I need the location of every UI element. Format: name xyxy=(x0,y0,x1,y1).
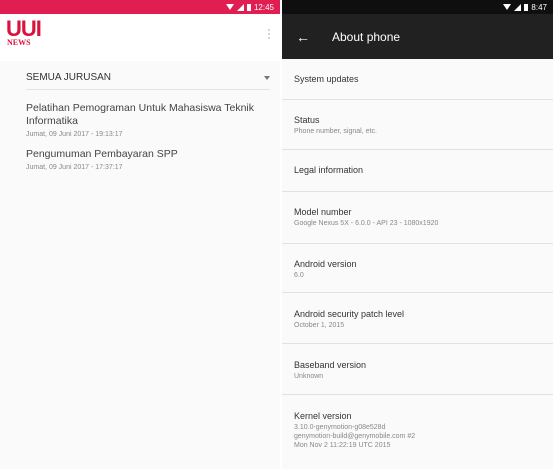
settings-item-kernel-version[interactable]: Kernel version 3.10.0-genymotion-g08e528… xyxy=(282,395,553,455)
settings-item-subtitle: Google Nexus 5X - 6.0.0 - API 23 - 1080x… xyxy=(294,220,439,227)
about-phone-screen: 8:47 ← About phone System updates Status… xyxy=(282,0,553,469)
signal-icon xyxy=(236,3,244,11)
settings-item-title: Status xyxy=(294,115,320,125)
settings-item-subtitle: Phone number, signal, etc. xyxy=(294,128,377,135)
app-bar: UUI NEWS xyxy=(0,14,280,61)
status-time: 8:47 xyxy=(531,2,547,12)
settings-item-security-patch-level[interactable]: Android security patch level October 1, … xyxy=(282,293,553,344)
department-filter-dropdown[interactable]: SEMUA JURUSAN xyxy=(26,67,270,90)
arrow-back-icon[interactable]: ← xyxy=(296,30,310,44)
settings-item-status[interactable]: Status Phone number, signal, etc. xyxy=(282,100,553,150)
settings-item-title: Legal information xyxy=(294,165,364,175)
settings-item-subtitle: 3.10.0-genymotion-g08e528d genymotion-bu… xyxy=(294,423,541,450)
status-time: 12:45 xyxy=(253,2,274,12)
status-bar: 12:45 xyxy=(0,0,280,14)
news-title: Pengumuman Pembayaran SPP xyxy=(26,148,178,160)
dropdown-arrow-icon xyxy=(264,76,270,80)
settings-item-model-number[interactable]: Model number Google Nexus 5X - 6.0.0 - A… xyxy=(282,192,553,244)
settings-item-android-version[interactable]: Android version 6.0 xyxy=(282,244,553,293)
settings-item-title: Android security patch level xyxy=(294,309,405,319)
settings-item-title: Baseband version xyxy=(294,360,367,370)
settings-item-baseband-version[interactable]: Baseband version Unknown xyxy=(282,344,553,395)
kernel-build-line: 3.10.0-genymotion-g08e528d xyxy=(294,424,386,431)
settings-item-title: Kernel version xyxy=(294,411,352,421)
page-title: About phone xyxy=(332,29,401,44)
overflow-menu-icon[interactable] xyxy=(267,27,271,41)
news-item[interactable]: Pengumuman Pembayaran SPP Jumat, 09 Juni… xyxy=(26,138,270,171)
settings-item-subtitle: 6.0 xyxy=(294,272,304,279)
settings-item-title: System updates xyxy=(294,74,359,84)
news-item[interactable]: Pelatihan Pemograman Untuk Mahasiswa Tek… xyxy=(26,90,270,138)
settings-item-title: Android version xyxy=(294,259,357,269)
wifi-icon xyxy=(503,4,512,10)
settings-item-title: Model number xyxy=(294,207,352,217)
signal-icon xyxy=(514,3,522,11)
kernel-build-date: Mon Nov 2 11:22:19 UTC 2015 xyxy=(294,442,391,449)
settings-list: System updates Status Phone number, sign… xyxy=(282,59,553,455)
news-title: Pelatihan Pemograman Untuk Mahasiswa Tek… xyxy=(26,102,255,127)
dropdown-selected-value: SEMUA JURUSAN xyxy=(26,72,112,83)
settings-item-legal-information[interactable]: Legal information xyxy=(282,150,553,192)
kernel-build-host: genymotion-build@genymobile.com #2 xyxy=(294,433,416,440)
wifi-icon xyxy=(225,4,234,10)
news-date: Jumat, 09 Juni 2017 - 19:13:17 xyxy=(26,131,123,138)
uui-news-screen: 12:45 UUI NEWS SEMUA JURUSAN Pelatihan P… xyxy=(0,0,280,469)
logo-text: UUI xyxy=(6,16,42,41)
news-date: Jumat, 09 Juni 2017 - 17:37:17 xyxy=(26,164,123,171)
battery-icon xyxy=(524,3,529,11)
settings-item-subtitle: October 1, 2015 xyxy=(294,322,345,329)
battery-icon xyxy=(246,3,251,11)
settings-item-system-updates[interactable]: System updates xyxy=(282,59,553,100)
uui-news-logo: UUI NEWS xyxy=(6,16,46,47)
app-bar: ← About phone xyxy=(282,14,553,59)
status-bar: 8:47 xyxy=(282,0,553,14)
settings-item-subtitle: Unknown xyxy=(294,373,324,380)
